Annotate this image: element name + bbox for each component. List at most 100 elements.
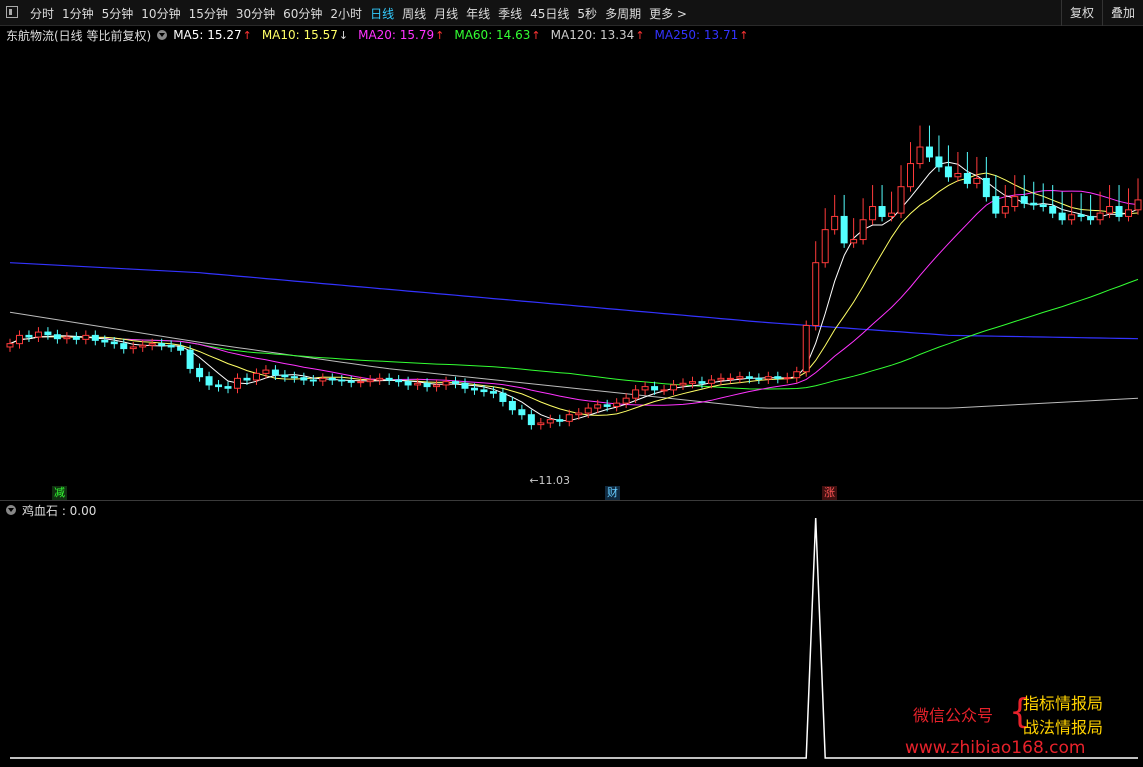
candle-down bbox=[878, 206, 886, 217]
candle-up bbox=[660, 389, 668, 392]
candle-up bbox=[148, 343, 156, 346]
panel-divider[interactable] bbox=[0, 500, 1143, 501]
period-tab-0[interactable]: 分时 bbox=[30, 5, 54, 22]
arrow-up-icon: ↑ bbox=[242, 29, 252, 42]
ma-legend-label: MA250: 13.71 bbox=[654, 28, 739, 42]
candle-down bbox=[243, 377, 251, 381]
candle-down bbox=[1058, 212, 1066, 221]
marker-finance[interactable]: 财 bbox=[605, 486, 620, 500]
candle-down bbox=[1077, 214, 1085, 217]
period-tab-5[interactable]: 30分钟 bbox=[236, 5, 275, 22]
marker-rise[interactable]: 涨 bbox=[822, 486, 837, 500]
marker-reduce[interactable]: 减 bbox=[52, 486, 67, 500]
period-tab-6[interactable]: 60分钟 bbox=[283, 5, 322, 22]
period-tab-11[interactable]: 年线 bbox=[466, 5, 490, 22]
period-tab-4[interactable]: 15分钟 bbox=[189, 5, 228, 22]
candle-down bbox=[186, 349, 194, 369]
ma-legend-item-1: MA10: 15.57↓ bbox=[262, 28, 348, 42]
candle-down bbox=[556, 419, 564, 422]
candle-up bbox=[622, 397, 630, 404]
candlestick-chart[interactable]: ←11.03 bbox=[0, 44, 1143, 500]
toolbar-button-0[interactable]: 复权 bbox=[1060, 0, 1102, 26]
candle-up bbox=[736, 376, 744, 379]
period-tab-2[interactable]: 5分钟 bbox=[102, 5, 134, 22]
candle-up bbox=[6, 343, 14, 348]
period-tab-15[interactable]: 多周期 bbox=[605, 5, 641, 22]
candle-down bbox=[508, 400, 516, 411]
candle-up bbox=[1134, 199, 1142, 211]
candle-down bbox=[1049, 206, 1057, 214]
candle-up bbox=[726, 377, 734, 380]
candle-down bbox=[1020, 196, 1028, 204]
candle-down bbox=[518, 409, 526, 416]
period-tab-7[interactable]: 2小时 bbox=[330, 5, 362, 22]
candle-down bbox=[840, 215, 848, 244]
watermark-url: www.zhibiao168.com bbox=[905, 738, 1086, 758]
candle-down bbox=[205, 376, 213, 386]
candle-down bbox=[309, 379, 317, 382]
dropdown-circle-icon[interactable] bbox=[157, 30, 168, 40]
candle-up bbox=[764, 376, 772, 380]
candle-up bbox=[1068, 214, 1076, 221]
candle-down bbox=[395, 379, 403, 383]
candle-down bbox=[1087, 215, 1095, 221]
candle-down bbox=[935, 156, 943, 168]
candle-up bbox=[916, 146, 924, 165]
candle-down bbox=[224, 386, 232, 389]
candle-down bbox=[452, 381, 460, 384]
candle-down bbox=[167, 344, 175, 348]
watermark-name-2: 战法情报局 bbox=[1023, 718, 1104, 737]
watermark-name-1: 指标情报局 bbox=[1023, 694, 1104, 713]
candle-down bbox=[44, 331, 52, 336]
candle-up bbox=[641, 386, 649, 391]
candle-up bbox=[613, 402, 621, 407]
candle-down bbox=[651, 386, 659, 391]
candle-down bbox=[338, 379, 346, 382]
candle-down bbox=[196, 367, 204, 378]
period-tab-12[interactable]: 季线 bbox=[498, 5, 522, 22]
candle-up bbox=[1106, 206, 1114, 214]
candle-down bbox=[982, 177, 990, 198]
ma-legend-item-0: MA5: 15.27↑ bbox=[173, 28, 252, 42]
period-tab-13[interactable]: 45日线 bbox=[530, 5, 569, 22]
candle-down bbox=[470, 387, 478, 391]
ma5-line bbox=[9, 161, 1139, 422]
candle-down bbox=[72, 336, 80, 340]
candle-up bbox=[319, 377, 327, 382]
candle-down bbox=[745, 376, 753, 379]
candle-down bbox=[1115, 206, 1123, 217]
candle-up bbox=[897, 186, 905, 214]
candle-down bbox=[120, 343, 128, 350]
candle-down bbox=[91, 334, 99, 341]
watermark: 微信公众号 { 指标情报局 战法情报局 www.zhibiao168.com bbox=[905, 690, 1133, 760]
period-tab-3[interactable]: 10分钟 bbox=[141, 5, 180, 22]
candle-up bbox=[129, 346, 137, 350]
candle-down bbox=[347, 380, 355, 383]
candle-down bbox=[158, 343, 166, 346]
period-tab-10[interactable]: 月线 bbox=[434, 5, 458, 22]
candle-up bbox=[859, 219, 867, 241]
toolbar-button-1[interactable]: 叠加 bbox=[1101, 0, 1143, 26]
candle-up bbox=[679, 382, 687, 386]
candle-down bbox=[53, 334, 61, 340]
period-tab-14[interactable]: 5秒 bbox=[577, 5, 597, 22]
ma-legend-label: MA20: 15.79 bbox=[358, 28, 435, 42]
ma60-line bbox=[9, 278, 1139, 390]
candle-down bbox=[404, 381, 412, 386]
candle-down bbox=[944, 166, 952, 178]
arrow-up-icon: ↑ bbox=[531, 29, 541, 42]
candle-up bbox=[15, 334, 23, 345]
candle-down bbox=[1039, 204, 1047, 208]
candle-down bbox=[774, 376, 782, 379]
candle-up bbox=[575, 412, 583, 416]
indicator-dropdown-icon[interactable] bbox=[6, 505, 16, 515]
period-tab-16[interactable]: 更多 > bbox=[649, 5, 687, 22]
candle-up bbox=[442, 381, 450, 386]
arrow-up-icon: ↑ bbox=[635, 29, 645, 42]
period-tab-8[interactable]: 日线 bbox=[370, 5, 394, 22]
panel-toggle-icon[interactable] bbox=[6, 6, 18, 18]
candle-down bbox=[925, 146, 933, 158]
candle-up bbox=[34, 331, 42, 338]
period-tab-9[interactable]: 周线 bbox=[402, 5, 426, 22]
period-tab-1[interactable]: 1分钟 bbox=[62, 5, 94, 22]
